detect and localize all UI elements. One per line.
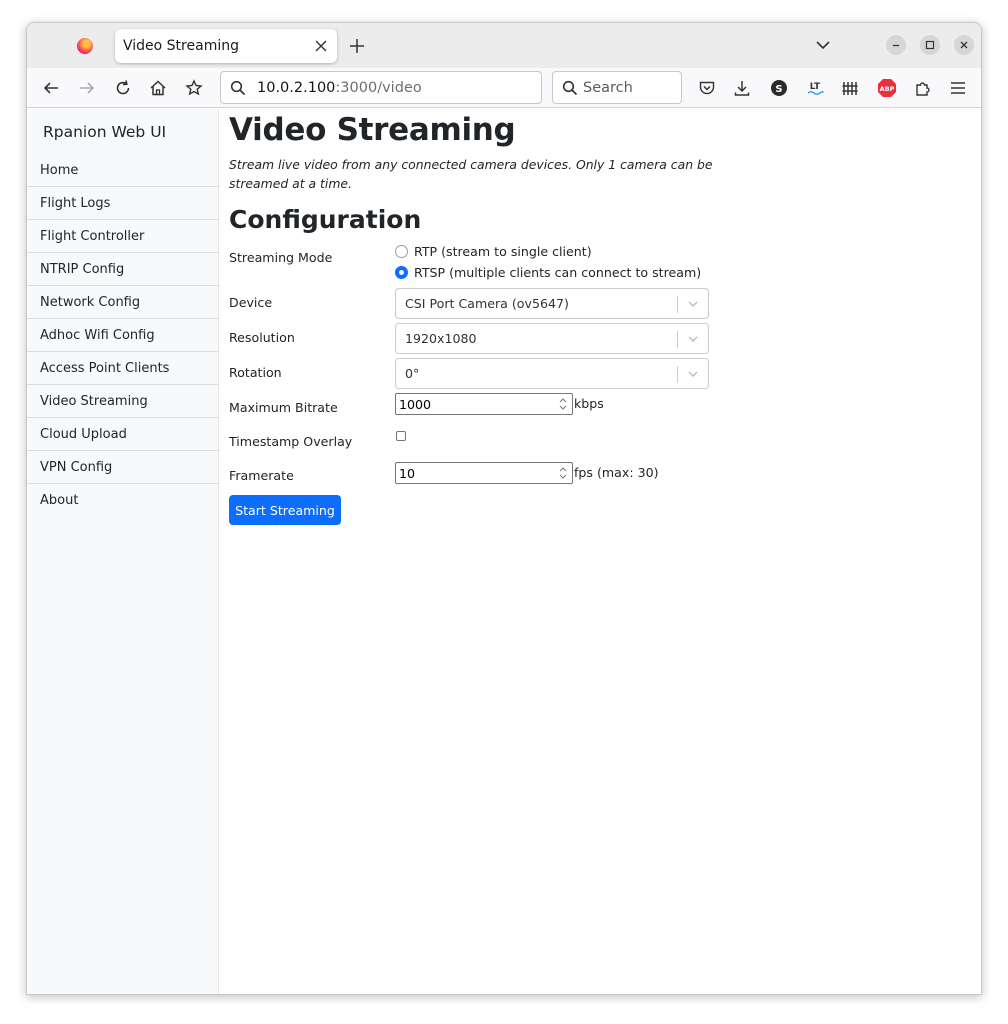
sidebar-item-home[interactable]: Home	[27, 154, 219, 187]
home-icon[interactable]	[146, 76, 170, 100]
search-bar[interactable]: Search	[552, 71, 682, 104]
sidebar-item-adhoc-wifi-config[interactable]: Adhoc Wifi Config	[27, 319, 219, 352]
firefox-icon	[77, 37, 93, 54]
section-title: Configuration	[229, 205, 422, 234]
blocker-fence-icon[interactable]	[838, 76, 862, 100]
device-value: CSI Port Camera (ov5647)	[405, 296, 569, 311]
chevron-down-icon	[688, 371, 698, 377]
sidebar-nav: Home Flight Logs Flight Controller NTRIP…	[27, 154, 219, 517]
window-close-icon[interactable]	[954, 35, 974, 55]
pocket-icon[interactable]	[695, 76, 719, 100]
close-tab-icon[interactable]	[309, 34, 333, 58]
browser-window: Video Streaming 10.0.2.100:3000/video S…	[26, 22, 982, 995]
sidebar-item-ntrip-config[interactable]: NTRIP Config	[27, 253, 219, 286]
resolution-select[interactable]: 1920x1080	[395, 323, 709, 354]
extension-shortcut-icon[interactable]	[182, 76, 206, 100]
resolution-value: 1920x1080	[405, 331, 477, 346]
search-placeholder: Search	[583, 79, 633, 96]
brand-title[interactable]: Rpanion Web UI	[43, 123, 166, 141]
sidebar-item-about[interactable]: About	[27, 484, 219, 517]
search-icon	[230, 80, 246, 96]
tab-strip: Video Streaming	[27, 23, 981, 68]
sidebar: Rpanion Web UI Home Flight Logs Flight C…	[27, 109, 219, 994]
streaming-mode-label: Streaming Mode	[229, 250, 333, 265]
timestamp-checkbox[interactable]	[396, 431, 406, 441]
nav-bar: 10.0.2.100:3000/video Search S LT ABP	[27, 68, 981, 108]
tab-title: Video Streaming	[123, 38, 239, 54]
spinner-arrows-icon[interactable]	[558, 397, 568, 411]
radio-rtp[interactable]: RTP (stream to single client)	[395, 244, 592, 259]
framerate-value: 10	[399, 465, 416, 481]
radio-rtsp[interactable]: RTSP (multiple clients can connect to st…	[395, 265, 701, 280]
rotation-label: Rotation	[229, 365, 282, 380]
sidebar-item-video-streaming[interactable]: Video Streaming	[27, 385, 219, 418]
chevron-down-icon	[688, 336, 698, 342]
maximize-icon[interactable]	[920, 35, 940, 55]
languagetool-icon[interactable]: LT	[803, 76, 827, 100]
new-tab-icon[interactable]	[345, 34, 369, 58]
resolution-label: Resolution	[229, 330, 295, 345]
menu-hamburger-icon[interactable]	[946, 76, 970, 100]
sidebar-item-access-point-clients[interactable]: Access Point Clients	[27, 352, 219, 385]
select-separator	[677, 366, 678, 383]
chevron-down-icon[interactable]	[813, 35, 833, 55]
url-bar[interactable]: 10.0.2.100:3000/video	[220, 71, 542, 104]
radio-button[interactable]	[395, 245, 408, 258]
start-streaming-button[interactable]: Start Streaming	[229, 495, 341, 525]
sidebar-item-flight-controller[interactable]: Flight Controller	[27, 220, 219, 253]
page-content: Rpanion Web UI Home Flight Logs Flight C…	[27, 109, 981, 994]
select-separator	[677, 296, 678, 313]
bitrate-input[interactable]: 1000	[395, 393, 573, 415]
page-description: Stream live video from any connected cam…	[229, 157, 713, 191]
chevron-down-icon	[688, 301, 698, 307]
radio-rtp-label: RTP (stream to single client)	[414, 244, 592, 259]
forward-arrow-icon[interactable]	[75, 76, 99, 100]
radio-button-checked[interactable]	[395, 266, 408, 279]
svg-text:S: S	[775, 84, 782, 95]
svg-text:ABP: ABP	[880, 85, 895, 93]
rotation-select[interactable]: 0°	[395, 358, 709, 389]
page-title: Video Streaming	[229, 112, 516, 148]
extensions-puzzle-icon[interactable]	[911, 76, 935, 100]
framerate-label: Framerate	[229, 468, 294, 483]
sidebar-item-cloud-upload[interactable]: Cloud Upload	[27, 418, 219, 451]
spinner-arrows-icon[interactable]	[558, 466, 568, 480]
search-icon	[562, 80, 578, 96]
radio-rtsp-label: RTSP (multiple clients can connect to st…	[414, 265, 702, 280]
timestamp-label: Timestamp Overlay	[229, 434, 353, 449]
url-path: :3000/video	[335, 79, 422, 96]
pinned-tab[interactable]	[27, 23, 113, 68]
active-tab[interactable]: Video Streaming	[115, 29, 337, 63]
download-icon[interactable]	[730, 76, 754, 100]
framerate-input[interactable]: 10	[395, 462, 573, 484]
url-host: 10.0.2.100	[257, 79, 336, 96]
bitrate-value: 1000	[399, 396, 432, 412]
back-arrow-icon[interactable]	[39, 76, 63, 100]
bitrate-label: Maximum Bitrate	[229, 400, 338, 415]
sidebar-item-flight-logs[interactable]: Flight Logs	[27, 187, 219, 220]
adblock-plus-icon[interactable]: ABP	[875, 76, 899, 100]
device-label: Device	[229, 295, 273, 310]
svg-text:LT: LT	[810, 82, 821, 92]
reload-icon[interactable]	[111, 76, 135, 100]
account-s-icon[interactable]: S	[767, 76, 791, 100]
select-separator	[677, 331, 678, 348]
sidebar-item-network-config[interactable]: Network Config	[27, 286, 219, 319]
framerate-unit: fps (max: 30)	[574, 465, 659, 480]
minimize-icon[interactable]	[886, 35, 906, 55]
rotation-value: 0°	[405, 366, 420, 381]
device-select[interactable]: CSI Port Camera (ov5647)	[395, 288, 709, 319]
sidebar-item-vpn-config[interactable]: VPN Config	[27, 451, 219, 484]
bitrate-unit: kbps	[574, 396, 604, 411]
